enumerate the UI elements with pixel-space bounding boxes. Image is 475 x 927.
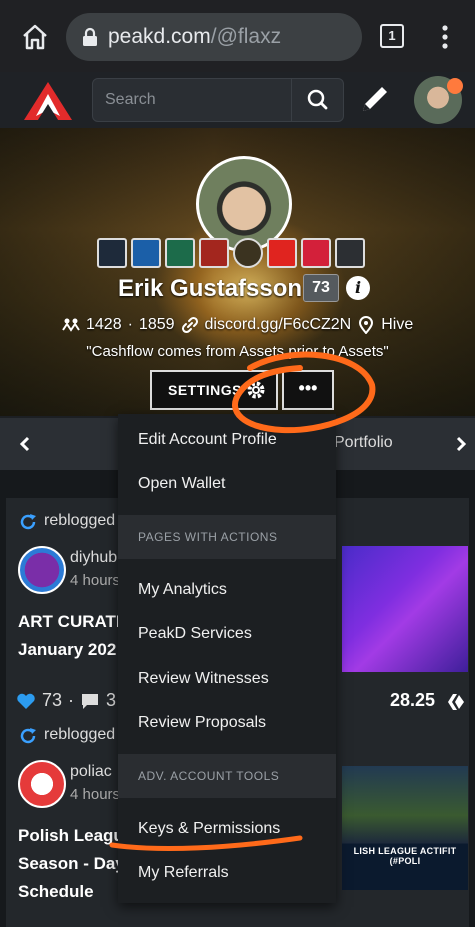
reblog-icon: [20, 514, 36, 530]
post-stats: 73 · 3: [16, 690, 116, 711]
badge-row: [97, 238, 365, 268]
post-thumbnail[interactable]: LISH LEAGUE ACTIFIT (#POLI: [342, 766, 468, 890]
pencil-icon[interactable]: [358, 82, 392, 116]
post-title[interactable]: Polish Leagu Season - Day Schedule: [18, 822, 125, 906]
followers-count[interactable]: 1428: [86, 316, 122, 334]
post-payout[interactable]: 28.25: [390, 690, 435, 711]
tab-switcher-icon[interactable]: 1: [380, 24, 404, 48]
heart-icon[interactable]: [16, 692, 36, 710]
followers-icon: [62, 318, 80, 332]
stats-dot: ·: [68, 690, 75, 710]
info-icon[interactable]: i: [346, 276, 370, 300]
search-box: [92, 78, 344, 122]
tab-portfolio[interactable]: Portfolio: [334, 434, 393, 452]
badge-mandala[interactable]: [165, 238, 195, 268]
menu-item-review-proposals[interactable]: Review Proposals: [118, 701, 336, 745]
reputation-badge: 73: [303, 274, 339, 302]
reblog-label: reblogged: [44, 512, 116, 529]
profile-tagline: "Cashflow comes from Assets prior to Ass…: [86, 343, 389, 360]
profile-link[interactable]: discord.gg/F6cCZ2N: [205, 316, 352, 334]
hive-icon: [448, 694, 464, 710]
search-button[interactable]: [291, 79, 343, 121]
post-title-line: ART CURATI: [18, 612, 121, 631]
author-avatar[interactable]: [18, 546, 66, 594]
following-count[interactable]: 1859: [139, 316, 175, 334]
more-options-menu: Edit Account Profile Open Wallet PAGES W…: [118, 414, 336, 903]
search-icon: [307, 89, 328, 110]
menu-item-review-witnesses[interactable]: Review Witnesses: [118, 657, 336, 701]
browser-menu-icon[interactable]: [438, 24, 452, 50]
profile-cover: Erik Gustafsson 73 i 1428 · 1859 discord…: [0, 128, 475, 416]
gear-icon: [247, 381, 265, 399]
settings-label: SETTINGS: [168, 382, 243, 398]
comment-count[interactable]: 3: [106, 690, 116, 711]
menu-section-adv-account-tools: ADV. ACCOUNT TOOLS: [118, 754, 336, 798]
post-time: 4 hours: [70, 572, 121, 589]
peakd-logo[interactable]: [22, 80, 74, 122]
address-bar[interactable]: peakd.com/@flaxz: [66, 13, 362, 61]
chevron-left-icon[interactable]: [16, 434, 36, 454]
reblog-label: reblogged: [44, 726, 116, 743]
menu-item-my-referrals[interactable]: My Referrals: [118, 851, 336, 895]
profile-name: Erik Gustafsson: [118, 275, 303, 302]
home-icon[interactable]: [20, 22, 50, 52]
badge-bees[interactable]: [335, 238, 365, 268]
stats-separator: ·: [127, 316, 133, 333]
url-path: /@flaxz: [210, 25, 282, 48]
menu-item-open-wallet[interactable]: Open Wallet: [118, 462, 336, 506]
post-title-line: Polish Leagu: [18, 826, 124, 845]
post-title-line: Schedule: [18, 882, 94, 901]
vote-count[interactable]: 73: [42, 690, 62, 711]
author-avatar[interactable]: [18, 760, 66, 808]
badge-heart[interactable]: [301, 238, 331, 268]
chevron-right-icon[interactable]: [450, 434, 470, 454]
menu-item-edit-account-profile[interactable]: Edit Account Profile: [118, 418, 336, 462]
profile-location: Hive: [381, 316, 414, 333]
notification-dot: [447, 78, 463, 94]
url-domain: peakd.com: [108, 25, 211, 48]
more-options-button[interactable]: •••: [282, 370, 334, 410]
search-input[interactable]: [93, 79, 289, 121]
site-header: [0, 72, 475, 128]
settings-button[interactable]: SETTINGS: [150, 370, 278, 410]
author-name[interactable]: poliac: [70, 763, 112, 781]
location-icon: [359, 316, 374, 334]
badge-thumbs-up[interactable]: [267, 238, 297, 268]
badge-heart-fire[interactable]: [199, 238, 229, 268]
menu-section-pages-with-actions: PAGES WITH ACTIONS: [118, 515, 336, 559]
post-title[interactable]: ART CURATI January 202: [18, 608, 121, 664]
url-text: peakd.com/@flaxz: [108, 25, 281, 49]
post-title-line: January 202: [18, 640, 117, 659]
browser-toolbar: peakd.com/@flaxz 1: [0, 0, 475, 72]
thumbnail-caption: LISH LEAGUE ACTIFIT (#POLI: [353, 846, 457, 866]
badge-referral[interactable]: [131, 238, 161, 268]
reblog-icon: [20, 728, 36, 744]
menu-item-my-analytics[interactable]: My Analytics: [118, 568, 336, 612]
menu-item-keys-permissions[interactable]: Keys & Permissions: [118, 807, 336, 851]
comment-icon[interactable]: [80, 692, 100, 710]
author-name[interactable]: diyhub: [70, 549, 117, 567]
lock-icon: [83, 27, 97, 46]
post-title-line: Season - Day: [18, 854, 125, 873]
menu-item-peakd-services[interactable]: PeakD Services: [118, 612, 336, 656]
screen: peakd.com/@flaxz 1 Search Erik Gustafsso…: [0, 0, 475, 927]
post-thumbnail[interactable]: [342, 546, 468, 672]
link-icon: [181, 316, 198, 334]
badge-marcoin[interactable]: [233, 238, 263, 268]
post-time: 4 hours: [70, 786, 121, 803]
badge-dtube[interactable]: [97, 238, 127, 268]
profile-stats: 1428 · 1859 discord.gg/F6cCZ2N Hive: [62, 314, 413, 336]
